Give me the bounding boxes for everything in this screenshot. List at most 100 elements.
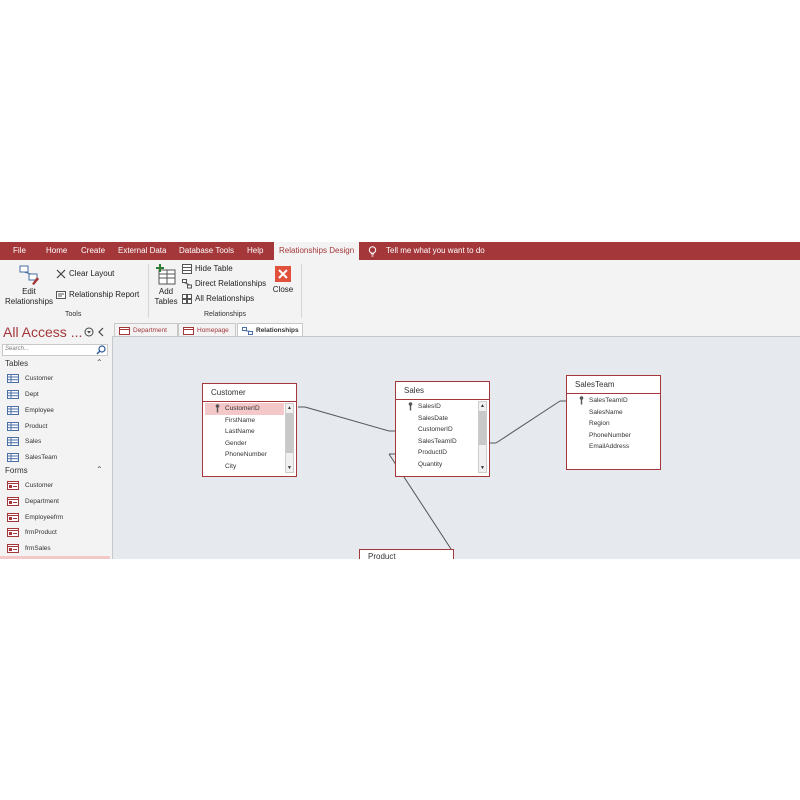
- product-table[interactable]: Product: [359, 549, 454, 559]
- field-row[interactable]: PhoneNumber: [205, 449, 284, 461]
- access-window: File Home Create External Data Database …: [0, 242, 800, 559]
- scroll-down-icon[interactable]: ▼: [479, 464, 486, 472]
- forms-collapse-icon[interactable]: ⌃: [96, 465, 103, 474]
- relationships-canvas[interactable]: Customer CustomerID FirstName LastName G…: [113, 337, 800, 559]
- relationship-report-label: Relationship Report: [69, 290, 140, 299]
- nav-item-label: frmSales: [25, 545, 51, 552]
- tables-section-header[interactable]: Tables: [5, 359, 28, 368]
- nav-form-customer[interactable]: Customer: [0, 479, 110, 493]
- close-button[interactable]: Close: [271, 266, 295, 295]
- collapse-pane-icon[interactable]: [97, 327, 105, 337]
- nav-menu-icon[interactable]: [84, 327, 94, 337]
- relationships-icon: [242, 327, 253, 335]
- add-tables-button[interactable]: Add Tables: [153, 264, 179, 307]
- table-title[interactable]: SalesTeam: [567, 376, 660, 394]
- primary-key-icon: [215, 404, 220, 413]
- tables-collapse-icon[interactable]: ⌃: [96, 358, 103, 367]
- nav-table-product[interactable]: Product: [0, 420, 110, 434]
- field-row[interactable]: Quantity: [398, 459, 477, 471]
- vertical-scrollbar[interactable]: ▲ ▼: [285, 403, 294, 473]
- customer-table[interactable]: Customer CustomerID FirstName LastName G…: [202, 383, 297, 477]
- ribbon: Edit Relationships Clear Layout Relation…: [0, 260, 800, 323]
- table-title[interactable]: Sales: [396, 382, 489, 400]
- form-icon: [119, 327, 130, 335]
- nav-item-label: SalesTeam: [25, 454, 58, 461]
- tab-department[interactable]: Department: [114, 323, 178, 336]
- tab-relationships[interactable]: Relationships: [237, 323, 303, 336]
- field-row[interactable]: SalesName: [569, 407, 658, 419]
- close-icon: [275, 266, 291, 282]
- field-row[interactable]: Region: [569, 418, 658, 430]
- menu-home[interactable]: Home: [46, 242, 67, 260]
- scroll-up-icon[interactable]: ▲: [286, 404, 293, 412]
- scroll-down-icon[interactable]: ▼: [286, 464, 293, 472]
- close-label: Close: [272, 285, 294, 294]
- add-tables-line1: Add: [158, 287, 174, 296]
- menu-external-data[interactable]: External Data: [118, 242, 166, 260]
- edit-relationships-line2: Relationships: [4, 297, 54, 306]
- menu-relationships-design[interactable]: Relationships Design: [274, 242, 360, 260]
- nav-table-customer[interactable]: Customer: [0, 372, 110, 386]
- field-row[interactable]: ProductID: [398, 447, 477, 459]
- nav-form-department[interactable]: Department: [0, 495, 110, 509]
- field-row[interactable]: SalesDate: [398, 413, 477, 425]
- menu-create[interactable]: Create: [81, 242, 105, 260]
- scroll-up-icon[interactable]: ▲: [479, 402, 486, 410]
- field-row[interactable]: CustomerID: [205, 403, 284, 415]
- field-row[interactable]: CustomerID: [398, 424, 477, 436]
- field-row[interactable]: SalesTeamID: [569, 395, 658, 407]
- field-row[interactable]: SalesTeamID: [398, 436, 477, 448]
- menu-file[interactable]: File: [13, 242, 26, 260]
- form-icon: [183, 327, 194, 335]
- scroll-thumb[interactable]: [286, 413, 293, 453]
- field-row[interactable]: Gender: [205, 438, 284, 450]
- scroll-thumb[interactable]: [479, 411, 486, 445]
- field-name: City: [225, 462, 237, 470]
- nav-form-employeefrm[interactable]: Employeefrm: [0, 511, 110, 525]
- menu-bar: File Home Create External Data Database …: [0, 242, 800, 260]
- tab-homepage[interactable]: Homepage: [178, 323, 236, 336]
- nav-table-dept[interactable]: Dept: [0, 388, 110, 402]
- report-icon: [56, 291, 66, 299]
- table-icon: [7, 390, 19, 399]
- nav-item-label: Employee: [25, 407, 54, 414]
- table-icon: [7, 374, 19, 383]
- field-row[interactable]: City: [205, 461, 284, 473]
- table-icon: [7, 453, 19, 462]
- nav-table-sales[interactable]: Sales: [0, 435, 110, 449]
- nav-search-input[interactable]: Search...: [2, 344, 108, 356]
- form-icon: [7, 481, 19, 490]
- all-relationships-label: All Relationships: [195, 294, 255, 303]
- field-name: CustomerID: [225, 405, 260, 412]
- clear-layout-label: Clear Layout: [69, 269, 115, 278]
- field-row[interactable]: SalesID: [398, 401, 477, 413]
- search-icon[interactable]: [96, 345, 106, 355]
- menu-help[interactable]: Help: [247, 242, 263, 260]
- form-icon: [7, 528, 19, 537]
- field-row[interactable]: FirstName: [205, 415, 284, 427]
- menu-database-tools[interactable]: Database Tools: [179, 242, 234, 260]
- nav-table-salesteam[interactable]: SalesTeam: [0, 451, 110, 465]
- field-name: SalesID: [418, 403, 441, 410]
- nav-title[interactable]: All Access ...: [3, 324, 82, 340]
- field-row[interactable]: EmailAddress: [569, 441, 658, 453]
- sales-table[interactable]: Sales SalesID SalesDate CustomerID Sales…: [395, 381, 490, 477]
- edit-relationships-icon: [19, 265, 39, 285]
- nav-form-frmsales[interactable]: frmSales: [0, 542, 110, 556]
- salesteam-table[interactable]: SalesTeam SalesTeamID SalesName Region P…: [566, 375, 661, 470]
- field-row[interactable]: LastName: [205, 426, 284, 438]
- nav-item-label: Product: [25, 423, 48, 430]
- nav-selected-item[interactable]: [0, 556, 110, 559]
- field-name: Quantity: [418, 460, 443, 468]
- nav-item-label: Dept: [25, 391, 39, 398]
- field-list: SalesID SalesDate CustomerID SalesTeamID…: [398, 401, 477, 474]
- edit-relationships-button[interactable]: Edit Relationships: [3, 264, 55, 307]
- vertical-scrollbar[interactable]: ▲ ▼: [478, 401, 487, 473]
- nav-table-employee[interactable]: Employee: [0, 404, 110, 418]
- lightbulb-icon: [368, 246, 377, 257]
- field-row[interactable]: PhoneNumber: [569, 430, 658, 442]
- table-title[interactable]: Product: [360, 550, 453, 559]
- table-title[interactable]: Customer: [203, 384, 296, 402]
- nav-form-frmproduct[interactable]: frmProduct: [0, 526, 110, 540]
- forms-section-header[interactable]: Forms: [5, 466, 28, 475]
